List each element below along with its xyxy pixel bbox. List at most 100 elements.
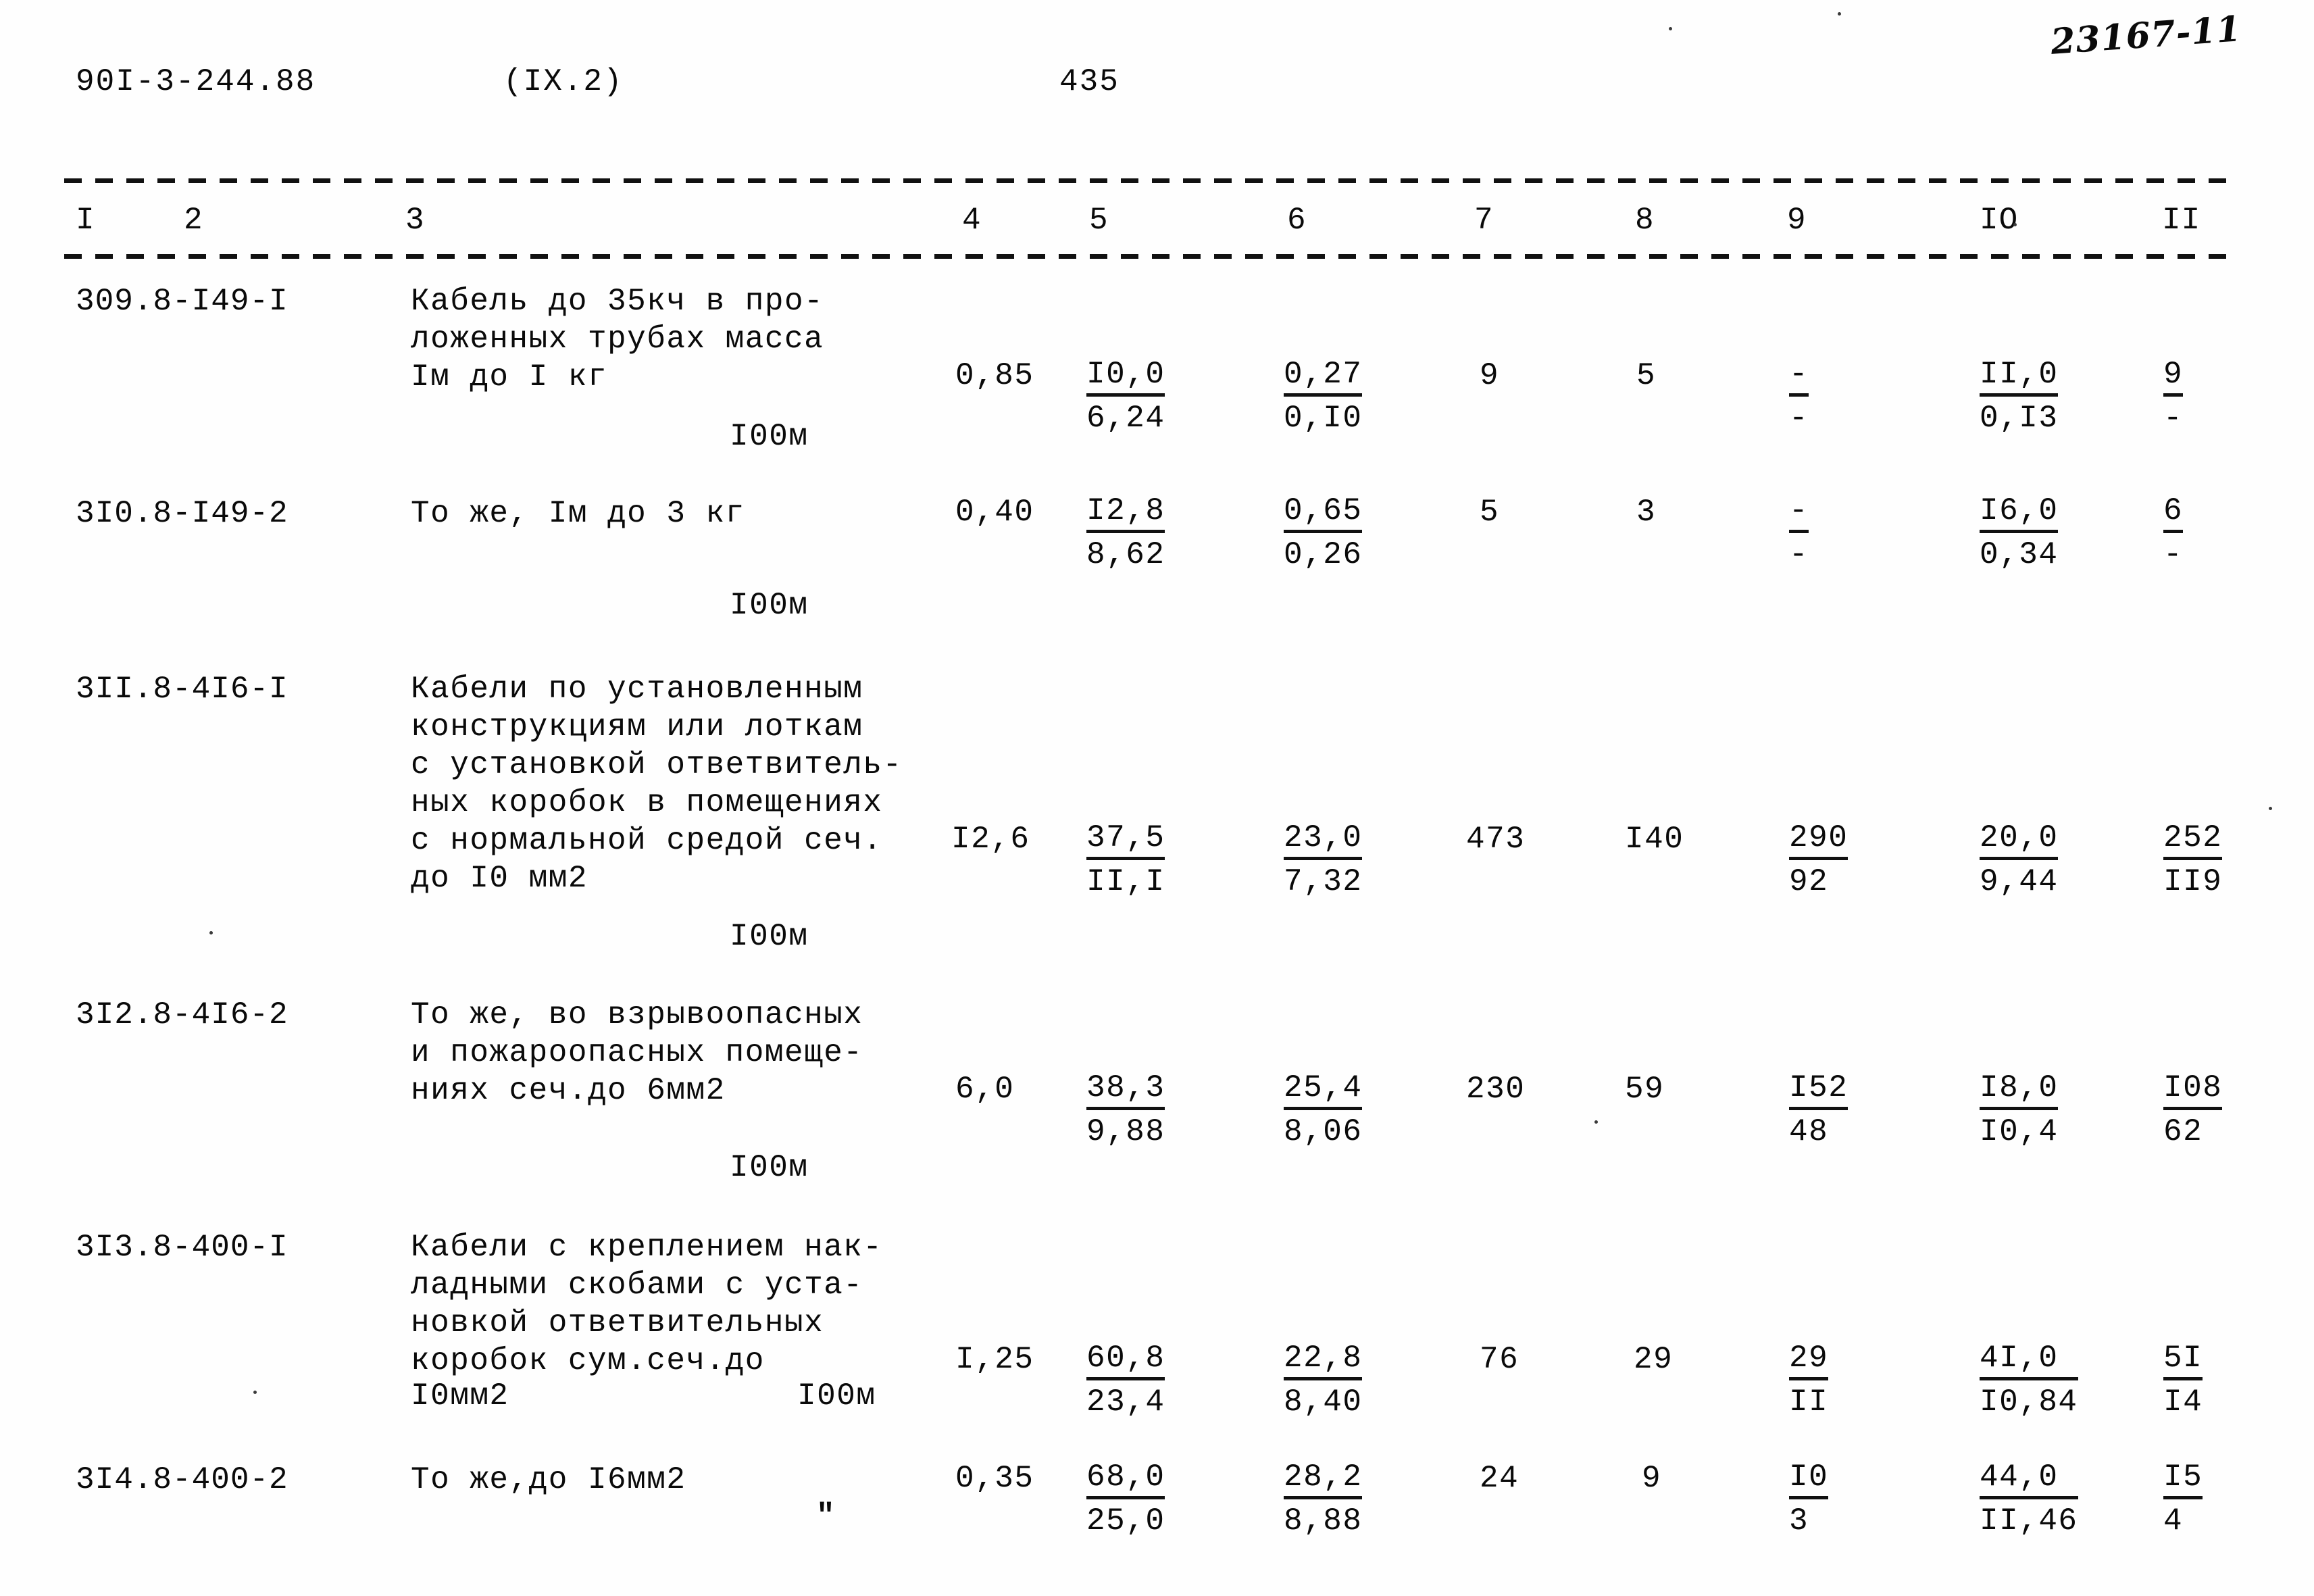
- cell-col9-top: I0: [1789, 1460, 1829, 1499]
- cell-col7: 9: [1480, 358, 1500, 393]
- cell-col6-bottom: 0,I0: [1284, 401, 1363, 436]
- scan-speck: [2269, 807, 2272, 810]
- cell-col9: I0 3: [1789, 1460, 1829, 1539]
- row-description-line: новкой ответвительных: [411, 1305, 824, 1341]
- cell-col5: 38,3 9,88: [1086, 1070, 1165, 1149]
- cell-col4: I,25: [955, 1342, 1034, 1377]
- column-header-11: II: [2162, 203, 2201, 238]
- cell-col10-top: 44,0: [1980, 1460, 2078, 1499]
- scan-speck: [1838, 12, 1841, 16]
- row-description-line: Кабели по установленным: [411, 672, 863, 707]
- scan-speck: [1594, 1120, 1598, 1124]
- cell-col6: 0,65 0,26: [1284, 493, 1363, 572]
- cell-col11-bottom: II9: [2163, 864, 2223, 899]
- handwritten-annotation: 23167-11: [2049, 8, 2243, 63]
- cell-col7: 230: [1466, 1072, 1526, 1107]
- column-header-3: 3: [405, 203, 425, 238]
- cell-col9-bottom: 3: [1789, 1503, 1809, 1539]
- cell-col9: - -: [1789, 493, 1809, 572]
- cell-col6: 28,2 8,88: [1284, 1460, 1363, 1539]
- cell-col6: 0,27 0,I0: [1284, 357, 1363, 436]
- cell-col5-top: 37,5: [1086, 820, 1165, 860]
- table-header-dashed-rule: [64, 254, 2236, 259]
- cell-col6-bottom: 8,40: [1284, 1385, 1363, 1420]
- cell-col11: I08 62: [2163, 1070, 2223, 1149]
- cell-col10-top: 4I,0: [1980, 1341, 2078, 1380]
- cell-col10-bottom: 9,44: [1980, 864, 2059, 899]
- column-header-10: IO: [1980, 203, 2019, 238]
- cell-col10: II,0 0,I3: [1980, 357, 2059, 436]
- cell-col6-bottom: 8,88: [1284, 1503, 1363, 1539]
- cell-col6: 25,4 8,06: [1284, 1070, 1363, 1149]
- cell-col8: 9: [1642, 1461, 1662, 1496]
- row-description-line: и пожароопасных помеще-: [411, 1035, 863, 1070]
- cell-col8: 3: [1636, 495, 1657, 530]
- cell-col11-top: 5I: [2163, 1341, 2203, 1380]
- cell-col4: 6,0: [955, 1072, 1015, 1107]
- cell-col10-bottom: I0,84: [1980, 1385, 2078, 1420]
- cell-col4: I2,6: [951, 822, 1030, 857]
- cell-col6-bottom: 8,06: [1284, 1114, 1363, 1149]
- cell-col5: 60,8 23,4: [1086, 1341, 1165, 1420]
- cell-col8: 29: [1634, 1342, 1674, 1377]
- cell-col11-top: I08: [2163, 1070, 2223, 1110]
- cell-col10-top: I6,0: [1980, 493, 2059, 533]
- cell-col6-bottom: 0,26: [1284, 537, 1363, 572]
- row-description-line: до I0 мм2: [411, 861, 588, 896]
- cell-col4: 0,35: [955, 1461, 1034, 1496]
- table-row: 3I2.8-4I6-2: [76, 997, 288, 1032]
- column-header-2: 2: [184, 203, 203, 238]
- cell-col10-bottom: II,46: [1980, 1503, 2078, 1539]
- row-description-line: коробок сум.сеч.до: [411, 1343, 765, 1378]
- row-description-line: То же,до I6мм2: [411, 1462, 686, 1497]
- row-description-line: ных коробок в помещениях: [411, 785, 883, 820]
- cell-col11-bottom: -: [2163, 537, 2184, 572]
- column-header-8: 8: [1635, 203, 1655, 238]
- cell-col11-top: 252: [2163, 820, 2223, 860]
- cell-col11: 5I I4: [2163, 1341, 2203, 1420]
- cell-col5-top: I0,0: [1086, 357, 1165, 397]
- row-description-line: конструкциям или лоткам: [411, 709, 863, 745]
- cell-col11: 9 -: [2163, 357, 2184, 436]
- cell-col5-top: 68,0: [1086, 1460, 1165, 1499]
- cell-col8: I40: [1625, 822, 1684, 857]
- table-row: 3I4.8-400-2: [76, 1462, 288, 1497]
- cell-col10: I6,0 0,34: [1980, 493, 2059, 572]
- cell-col11: 252 II9: [2163, 820, 2223, 899]
- cell-col4: 0,40: [955, 495, 1034, 530]
- document-page: 90I-3-244.88 (IX.2) 435 23167-11 I 2 3 4…: [0, 0, 2314, 1596]
- cell-col9-bottom: II: [1789, 1385, 1829, 1420]
- table-top-dashed-rule: [64, 178, 2236, 183]
- cell-col6: 22,8 8,40: [1284, 1341, 1363, 1420]
- row-description-line: I0мм2: [411, 1378, 509, 1414]
- cell-col9: - -: [1789, 357, 1809, 436]
- cell-col7: 24: [1480, 1461, 1519, 1496]
- cell-col10-top: 20,0: [1980, 820, 2059, 860]
- cell-col5: I2,8 8,62: [1086, 493, 1165, 572]
- cell-col9-bottom: -: [1789, 401, 1809, 436]
- cell-col9: 290 92: [1789, 820, 1848, 899]
- cell-col7: 76: [1480, 1342, 1519, 1377]
- cell-col6: 23,0 7,32: [1284, 820, 1363, 899]
- cell-col8: 5: [1636, 358, 1657, 393]
- cell-col11-bottom: 62: [2163, 1114, 2203, 1149]
- cell-col5-top: 60,8: [1086, 1341, 1165, 1380]
- column-header-9: 9: [1787, 203, 1807, 238]
- cell-col10-bottom: 0,I3: [1980, 401, 2059, 436]
- row-description-line: с установкой ответвитель-: [411, 747, 903, 782]
- cell-col9-top: -: [1789, 493, 1809, 533]
- cell-col6-top: 0,27: [1284, 357, 1363, 397]
- cell-col5-top: 38,3: [1086, 1070, 1165, 1110]
- cell-col10: 4I,0 I0,84: [1980, 1341, 2078, 1420]
- column-header-6: 6: [1287, 203, 1307, 238]
- cell-col9-top: -: [1789, 357, 1809, 397]
- cell-col10-bottom: I0,4: [1980, 1114, 2059, 1149]
- cell-col5: 37,5 II,I: [1086, 820, 1165, 899]
- cell-col6-top: 23,0: [1284, 820, 1363, 860]
- cell-col11: I5 4: [2163, 1460, 2203, 1539]
- cell-col5-bottom: II,I: [1086, 864, 1165, 899]
- cell-col10-top: II,0: [1980, 357, 2059, 397]
- ditto-mark: ": [816, 1499, 835, 1534]
- scan-speck: [1669, 27, 1672, 30]
- cell-col5: 68,0 25,0: [1086, 1460, 1165, 1539]
